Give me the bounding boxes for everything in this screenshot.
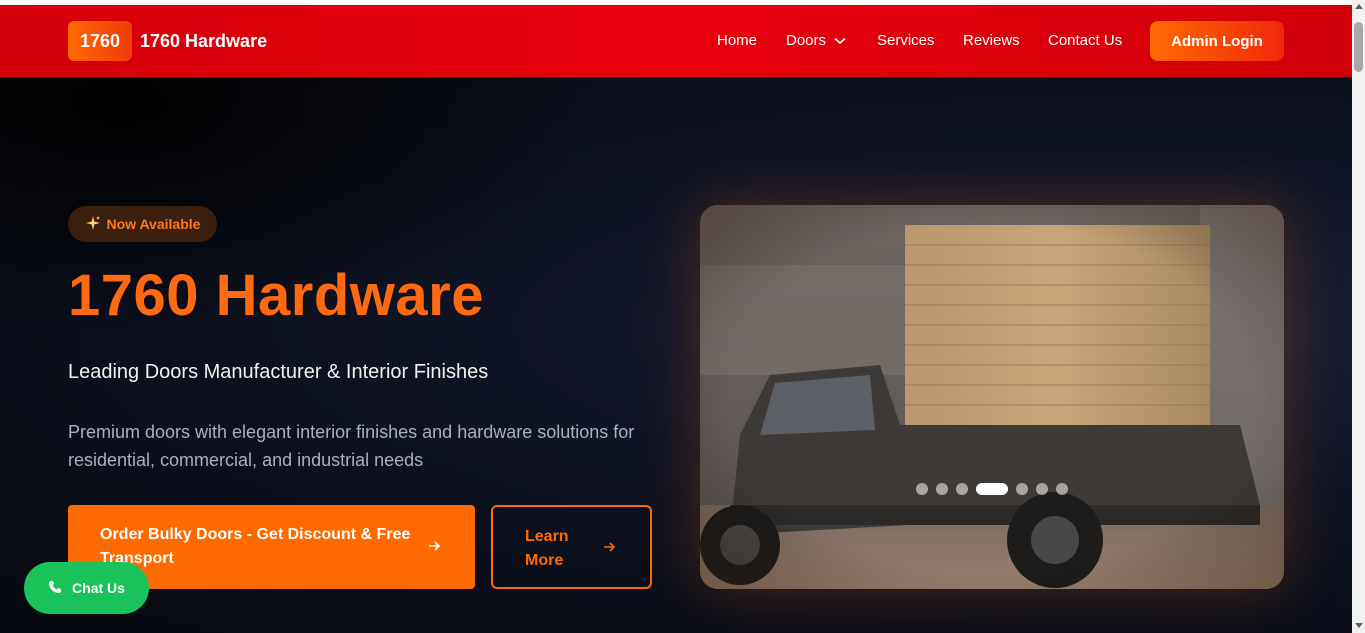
nav-doors-label: Doors	[786, 32, 827, 49]
nav-home[interactable]: Home	[717, 33, 757, 49]
nav-doors[interactable]: Doors	[786, 33, 846, 49]
arrow-right-icon	[602, 538, 616, 562]
hero-image-carousel[interactable]	[700, 205, 1284, 589]
now-available-badge: Now Available	[68, 206, 217, 242]
carousel-dot[interactable]	[1016, 483, 1028, 495]
carousel-dot[interactable]	[956, 483, 968, 495]
hero-section: Now Available 1760 Hardware Leading Door…	[0, 77, 1352, 633]
carousel-dot[interactable]	[1056, 483, 1068, 495]
learn-more-button[interactable]: Learn More	[491, 505, 652, 589]
scrollbar-thumb[interactable]	[1354, 22, 1363, 72]
badge-label: Now Available	[106, 216, 201, 232]
carousel-dot[interactable]	[1036, 483, 1048, 495]
arrow-right-icon	[427, 537, 441, 561]
hero-title: 1760 Hardware	[68, 263, 484, 328]
admin-login-button[interactable]: Admin Login	[1150, 21, 1284, 61]
nav-reviews[interactable]: Reviews	[963, 33, 1020, 49]
chat-us-button[interactable]: Chat Us	[24, 562, 149, 614]
carousel-indicators	[916, 483, 1068, 495]
nav-contact-label: Contact Us	[1048, 32, 1123, 49]
phone-icon	[48, 580, 62, 597]
carousel-dot[interactable]	[936, 483, 948, 495]
brand-name[interactable]: 1760 Hardware	[140, 31, 267, 51]
chevron-down-icon	[834, 33, 846, 49]
order-button-label: Order Bulky Doors - Get Discount & Free …	[100, 526, 411, 567]
scroll-down-arrow-icon[interactable]	[1355, 623, 1363, 628]
nav-home-label: Home	[717, 32, 758, 49]
chat-us-label: Chat Us	[72, 580, 125, 596]
logo-badge[interactable]: 1760	[68, 21, 132, 61]
scroll-up-arrow-icon[interactable]	[1355, 4, 1363, 9]
navbar: 1760 1760 Hardware Home Doors Services R…	[0, 5, 1352, 77]
hero-subtitle: Leading Doors Manufacturer & Interior Fi…	[68, 361, 489, 383]
sparkle-icon	[85, 215, 101, 234]
nav-contact[interactable]: Contact Us	[1048, 33, 1122, 49]
nav-reviews-label: Reviews	[963, 32, 1020, 49]
page-scrollbar[interactable]	[1352, 0, 1365, 633]
nav-services-label: Services	[877, 32, 935, 49]
carousel-dot[interactable]	[916, 483, 928, 495]
hero-description: Premium doors with elegant interior fini…	[68, 422, 635, 470]
nav-services[interactable]: Services	[877, 33, 935, 49]
pickup-truck-lumber-image	[700, 205, 1284, 589]
learn-more-label: Learn More	[525, 528, 569, 569]
carousel-dot-active[interactable]	[976, 483, 1008, 495]
